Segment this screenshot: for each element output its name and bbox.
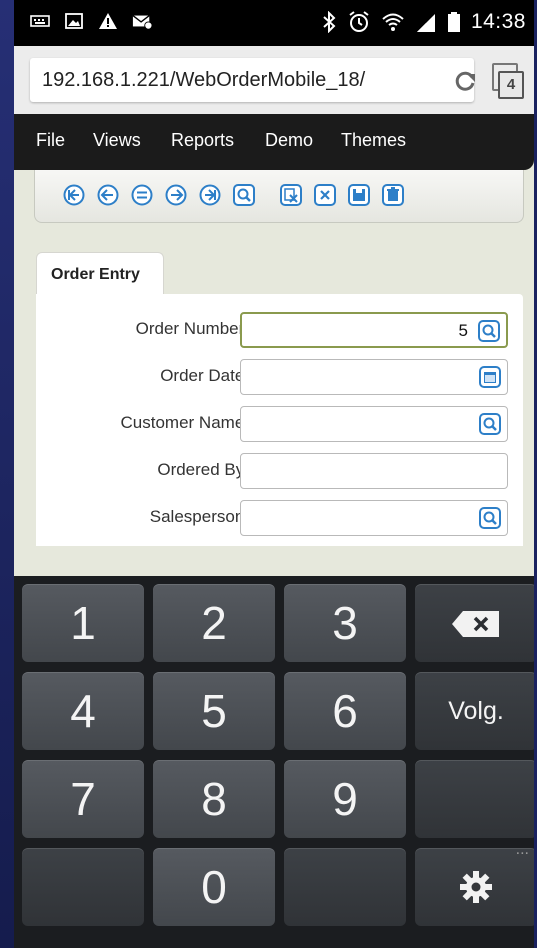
search-icon[interactable] — [478, 320, 500, 342]
key-2[interactable]: 2 — [153, 584, 275, 662]
key-4[interactable]: 4 — [22, 672, 144, 750]
phone-screen: 14:38 192.168.1.221/WebOrderMobile_18/ 4… — [14, 0, 534, 948]
gear-icon — [460, 871, 492, 903]
key-3[interactable]: 3 — [284, 584, 406, 662]
url-text[interactable]: 192.168.1.221/WebOrderMobile_18/ — [42, 69, 365, 92]
url-bar[interactable]: 192.168.1.221/WebOrderMobile_18/ — [30, 58, 475, 102]
order-number-label: Order Number: — [135, 319, 249, 338]
menu-item-themes[interactable]: Themes — [341, 130, 406, 151]
desktop-edge-left — [0, 0, 14, 948]
menu-item-reports[interactable]: Reports — [171, 130, 234, 151]
tab-count: 4 — [498, 71, 524, 99]
last-record-icon[interactable] — [199, 184, 221, 206]
wifi-icon — [382, 13, 404, 31]
key-6[interactable]: 6 — [284, 672, 406, 750]
reload-icon[interactable] — [452, 68, 478, 94]
ordered-by-field[interactable] — [240, 453, 508, 489]
numeric-keyboard: 1 2 3 4 5 6 Volg. 7 8 9 0 ... — [14, 576, 534, 948]
order-date-field[interactable] — [240, 359, 508, 395]
prompt-search-icon[interactable] — [233, 184, 255, 206]
backspace-icon — [452, 611, 499, 637]
clear-record-icon[interactable] — [280, 184, 302, 206]
delete-icon[interactable] — [382, 184, 404, 206]
first-record-icon[interactable] — [63, 184, 85, 206]
browser-toolbar: 192.168.1.221/WebOrderMobile_18/ 4 — [14, 46, 534, 115]
search-icon[interactable] — [479, 507, 501, 529]
empty-key-left[interactable] — [22, 848, 144, 926]
order-entry-form: Order Number: 5 Order Date: Customer Nam… — [36, 294, 523, 546]
key-8[interactable]: 8 — [153, 760, 275, 838]
key-0[interactable]: 0 — [153, 848, 275, 926]
ordered-by-label: Ordered By: — [157, 460, 249, 479]
order-number-value[interactable]: 5 — [459, 321, 468, 341]
status-time: 14:38 — [470, 10, 526, 33]
more-options-indicator: ... — [515, 841, 529, 858]
battery-icon — [447, 12, 460, 32]
key-7[interactable]: 7 — [22, 760, 144, 838]
bluetooth-icon — [323, 11, 336, 33]
save-icon[interactable] — [348, 184, 370, 206]
menu-item-file[interactable]: File — [36, 130, 65, 151]
settings-key[interactable]: ... — [415, 842, 534, 926]
alarm-icon — [349, 11, 369, 32]
customer-name-field[interactable] — [240, 406, 508, 442]
order-number-field[interactable]: 5 — [240, 312, 508, 348]
next-key[interactable]: Volg. — [415, 672, 534, 750]
clear-all-icon[interactable] — [314, 184, 336, 206]
key-1[interactable]: 1 — [22, 584, 144, 662]
key-9[interactable]: 9 — [284, 760, 406, 838]
backspace-key[interactable] — [415, 584, 534, 662]
empty-key-right[interactable] — [415, 760, 534, 838]
salesperson-field[interactable] — [240, 500, 508, 536]
search-icon[interactable] — [479, 413, 501, 435]
calendar-icon[interactable] — [479, 366, 501, 388]
email-icon — [132, 15, 152, 30]
record-toolbar — [34, 170, 524, 223]
tab-order-entry[interactable]: Order Entry — [36, 252, 164, 297]
menu-bar: File Views Reports Demo Themes — [14, 114, 534, 170]
warning-icon — [99, 13, 117, 29]
tab-order-entry-label: Order Entry — [51, 266, 140, 283]
empty-key-middle[interactable] — [284, 848, 406, 926]
tabs-button[interactable]: 4 — [492, 63, 524, 99]
signal-icon — [416, 14, 435, 32]
key-5[interactable]: 5 — [153, 672, 275, 750]
menu-item-views[interactable]: Views — [93, 130, 141, 151]
find-equal-icon[interactable] — [131, 184, 153, 206]
customer-name-label: Customer Name: — [120, 413, 249, 432]
order-date-label: Order Date: — [160, 366, 249, 385]
menu-item-demo[interactable]: Demo — [265, 130, 313, 151]
keyboard-icon — [30, 15, 50, 27]
image-icon — [65, 13, 83, 29]
salesperson-label: Salesperson: — [149, 507, 249, 526]
next-record-icon[interactable] — [165, 184, 187, 206]
status-bar: 14:38 — [14, 0, 534, 46]
previous-record-icon[interactable] — [97, 184, 119, 206]
